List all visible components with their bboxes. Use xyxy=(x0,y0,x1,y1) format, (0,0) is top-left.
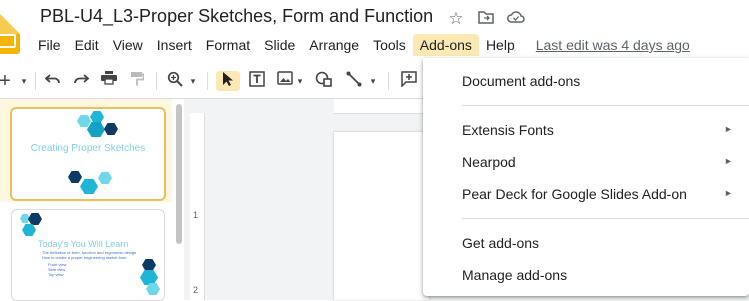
hexagon-decoration xyxy=(68,171,82,183)
menu-insert[interactable]: Insert xyxy=(150,34,199,56)
menu-item-pear-deck[interactable]: Pear Deck for Google Slides Add-on ► xyxy=(423,180,749,208)
menu-item-get-addons[interactable]: Get add-ons xyxy=(423,229,749,257)
move-folder-icon[interactable] xyxy=(476,9,496,29)
menu-edit[interactable]: Edit xyxy=(68,34,106,56)
slide-2-line-5: Top view xyxy=(48,272,64,277)
print-icon[interactable] xyxy=(98,71,120,91)
line-dropdown-icon[interactable]: ▾ xyxy=(367,71,379,91)
add-comment-icon[interactable] xyxy=(398,71,420,91)
hexagon-decoration xyxy=(98,172,112,184)
hexagon-decoration xyxy=(80,179,98,194)
new-slide-icon[interactable]: + xyxy=(0,71,16,91)
undo-icon[interactable] xyxy=(42,71,64,91)
hexagon-decoration xyxy=(104,123,118,135)
line-icon[interactable] xyxy=(343,71,365,91)
submenu-arrow-icon: ► xyxy=(724,124,733,134)
menu-item-label: Nearpod xyxy=(462,154,516,170)
ruler-mark-2: 2 xyxy=(193,285,199,295)
last-edit-link[interactable]: Last edit was 4 days ago xyxy=(536,34,690,56)
menu-view[interactable]: View xyxy=(106,34,150,56)
current-slide[interactable] xyxy=(334,132,429,300)
menu-item-label: Document add-ons xyxy=(462,73,581,89)
menu-item-nearpod[interactable]: Nearpod ► xyxy=(423,148,749,176)
menu-help[interactable]: Help xyxy=(479,34,522,56)
new-slide-dropdown-icon[interactable]: ▾ xyxy=(18,71,30,91)
shape-icon[interactable] xyxy=(313,71,335,91)
slide-thumb-1-wrap[interactable]: Creating Proper Sketches xyxy=(0,99,172,202)
hexagon-decoration xyxy=(142,259,156,271)
zoom-icon[interactable] xyxy=(164,71,186,91)
slide-1-title: Creating Proper Sketches xyxy=(30,143,146,154)
star-icon[interactable]: ☆ xyxy=(446,9,466,29)
paint-format-icon[interactable] xyxy=(126,71,148,91)
menu-bar: File Edit View Insert Format Slide Arran… xyxy=(31,33,690,57)
filmstrip-scrollbar[interactable] xyxy=(176,104,182,244)
hexagon-decoration xyxy=(77,115,91,127)
menu-file[interactable]: File xyxy=(31,34,68,56)
menu-tools[interactable]: Tools xyxy=(366,34,413,56)
addons-menu: Document add-ons Extensis Fonts ► Nearpo… xyxy=(423,58,749,296)
slide-2-title: Today's You Will Learn xyxy=(38,239,129,249)
hexagon-decoration xyxy=(28,213,42,225)
zoom-dropdown-icon[interactable]: ▾ xyxy=(187,71,199,91)
slide-thumb-2[interactable]: Today's You Will Learn The definition of… xyxy=(11,209,165,301)
menu-item-manage-addons[interactable]: Manage add-ons xyxy=(423,261,749,289)
select-cursor-icon[interactable] xyxy=(216,71,240,91)
cloud-saved-icon[interactable] xyxy=(506,9,526,29)
menu-arrange[interactable]: Arrange xyxy=(302,34,366,56)
menu-item-label: Manage add-ons xyxy=(462,267,568,283)
insert-image-icon[interactable] xyxy=(274,71,296,91)
submenu-arrow-icon: ► xyxy=(724,156,733,166)
menu-addons[interactable]: Add-ons xyxy=(412,34,479,56)
slides-logo[interactable] xyxy=(0,14,20,54)
vertical-ruler[interactable]: 1 2 xyxy=(190,113,205,300)
menu-item-document-addons[interactable]: Document add-ons xyxy=(423,67,749,95)
submenu-arrow-icon: ► xyxy=(724,188,733,198)
menu-item-label: Get add-ons xyxy=(462,235,540,251)
menu-item-extensis-fonts[interactable]: Extensis Fonts ► xyxy=(423,116,749,144)
document-title[interactable]: PBL-U4_L3-Proper Sketches, Form and Func… xyxy=(40,6,433,27)
hexagon-decoration xyxy=(87,122,105,137)
menu-item-label: Pear Deck for Google Slides Add-on xyxy=(462,186,687,202)
slide-2-line-2: How to create a proper engineering sketc… xyxy=(42,255,127,260)
hexagon-decoration xyxy=(22,224,36,236)
menu-slide[interactable]: Slide xyxy=(257,34,302,56)
slide-filmstrip[interactable]: Creating Proper Sketches Today's You Wil… xyxy=(0,99,172,301)
image-dropdown-icon[interactable]: ▾ xyxy=(294,71,306,91)
horizontal-ruler[interactable] xyxy=(334,99,429,114)
hexagon-decoration xyxy=(90,111,104,123)
text-box-icon[interactable] xyxy=(246,71,268,91)
ruler-mark-1: 1 xyxy=(193,210,199,220)
slide-thumb-1[interactable]: Creating Proper Sketches xyxy=(10,107,166,201)
menu-item-label: Extensis Fonts xyxy=(462,122,554,138)
menu-separator xyxy=(462,218,749,219)
menu-separator xyxy=(462,105,749,106)
hexagon-decoration xyxy=(140,270,158,285)
menu-format[interactable]: Format xyxy=(199,34,257,56)
slide-thumb-2-wrap[interactable]: Today's You Will Learn The definition of… xyxy=(0,202,172,301)
redo-icon[interactable] xyxy=(70,71,92,91)
